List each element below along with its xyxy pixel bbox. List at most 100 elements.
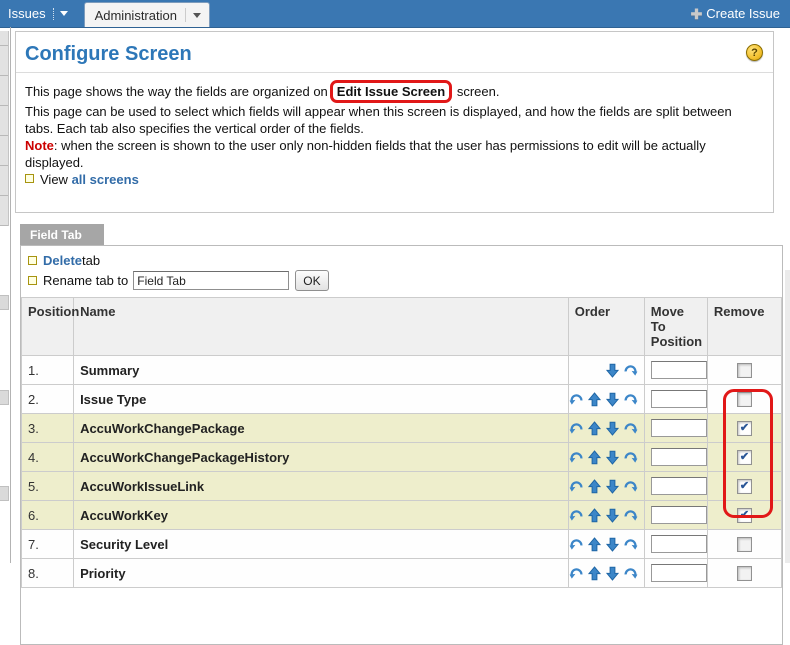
move-up-icon[interactable]	[587, 566, 602, 581]
field-tab-box: Delete tab Rename tab to OK Position Nam…	[20, 245, 783, 645]
left-sidebar-sliver-item	[0, 486, 9, 501]
chevron-down-icon[interactable]	[193, 13, 201, 18]
remove-checkbox[interactable]	[737, 566, 752, 581]
move-to-position-input[interactable]	[651, 419, 707, 437]
square-bullet-icon	[25, 174, 34, 183]
rename-tab-label: Rename tab to	[43, 271, 128, 290]
move-to-position-input[interactable]	[651, 361, 707, 379]
move-last-icon[interactable]	[623, 392, 638, 407]
move-to-cell	[644, 530, 707, 559]
left-sidebar-sliver-item	[0, 390, 9, 405]
note-text: : when the screen is shown to the user o…	[25, 138, 706, 170]
move-last-icon[interactable]	[623, 421, 638, 436]
all-screens-link[interactable]: all screens	[72, 172, 139, 187]
move-first-icon[interactable]	[569, 421, 584, 436]
remove-cell	[707, 356, 781, 385]
view-all-screens-line: View all screens	[25, 171, 761, 188]
chevron-down-icon[interactable]	[60, 11, 68, 16]
position-cell: 5.	[22, 472, 74, 501]
move-to-cell	[644, 501, 707, 530]
administration-tab[interactable]: Administration	[84, 2, 210, 27]
help-icon[interactable]: ?	[746, 44, 763, 61]
top-nav-bar: Issues Administration ✚ Create Issue	[0, 0, 790, 28]
move-down-icon[interactable]	[605, 363, 620, 378]
table-row: 3. AccuWorkChangePackage	[22, 414, 782, 443]
move-first-icon[interactable]	[569, 392, 584, 407]
col-position: Position	[22, 298, 74, 356]
intro-paragraph: This page shows the way the fields are o…	[25, 80, 761, 103]
move-down-icon[interactable]	[605, 421, 620, 436]
create-issue-button[interactable]: ✚ Create Issue	[691, 0, 790, 27]
field-name-cell: Issue Type	[74, 385, 569, 414]
fields-table: Position Name Order Move To Position Rem…	[21, 297, 782, 588]
move-to-position-input[interactable]	[651, 564, 707, 582]
move-up-icon[interactable]	[587, 479, 602, 494]
remove-checkbox[interactable]	[737, 392, 752, 407]
move-up-icon[interactable]	[587, 421, 602, 436]
position-cell: 7.	[22, 530, 74, 559]
remove-checkbox[interactable]	[737, 508, 752, 523]
move-first-icon[interactable]	[569, 537, 584, 552]
square-bullet-icon	[28, 256, 37, 265]
description-paragraph: This page can be used to select which fi…	[25, 103, 761, 137]
issues-menu[interactable]: Issues	[0, 0, 74, 27]
remove-checkbox[interactable]	[737, 421, 752, 436]
view-label: View	[40, 172, 68, 187]
move-down-icon[interactable]	[605, 566, 620, 581]
remove-cell	[707, 501, 781, 530]
move-up-icon[interactable]	[587, 537, 602, 552]
move-to-position-input[interactable]	[651, 477, 707, 495]
move-down-icon[interactable]	[605, 450, 620, 465]
order-cell	[568, 472, 644, 501]
tab-controls: Delete tab Rename tab to OK	[21, 246, 782, 295]
table-row: 5. AccuWorkIssueLink	[22, 472, 782, 501]
position-cell: 2.	[22, 385, 74, 414]
field-name-cell: AccuWorkIssueLink	[74, 472, 569, 501]
move-last-icon[interactable]	[623, 508, 638, 523]
configure-screen-panel: Configure Screen ? This page shows the w…	[15, 31, 774, 213]
move-up-icon[interactable]	[587, 392, 602, 407]
order-cell	[568, 501, 644, 530]
remove-checkbox[interactable]	[737, 450, 752, 465]
move-to-position-input[interactable]	[651, 448, 707, 466]
move-down-icon[interactable]	[605, 508, 620, 523]
remove-checkbox[interactable]	[737, 363, 752, 378]
rename-tab-input[interactable]	[133, 271, 289, 290]
remove-checkbox[interactable]	[737, 479, 752, 494]
table-row: 6. AccuWorkKey	[22, 501, 782, 530]
move-up-icon[interactable]	[587, 508, 602, 523]
move-first-icon[interactable]	[569, 508, 584, 523]
position-cell: 1.	[22, 356, 74, 385]
move-to-position-input[interactable]	[651, 390, 707, 408]
move-first-icon[interactable]	[569, 566, 584, 581]
move-to-position-input[interactable]	[651, 535, 707, 553]
remove-cell	[707, 443, 781, 472]
move-last-icon[interactable]	[623, 450, 638, 465]
move-first-icon[interactable]	[569, 450, 584, 465]
field-tab[interactable]: Field Tab	[20, 224, 104, 245]
move-down-icon[interactable]	[605, 479, 620, 494]
remove-checkbox[interactable]	[737, 537, 752, 552]
move-last-icon[interactable]	[623, 479, 638, 494]
table-body: 1. Summary 2. Issue Type 3. AccuWorkChan…	[22, 356, 782, 588]
delete-tab-link[interactable]: Delete	[43, 251, 82, 270]
plus-icon: ✚	[691, 7, 703, 21]
move-up-icon[interactable]	[587, 450, 602, 465]
panel-header: Configure Screen ?	[16, 32, 773, 73]
move-down-icon[interactable]	[605, 537, 620, 552]
move-first-icon[interactable]	[569, 479, 584, 494]
col-remove: Remove	[707, 298, 781, 356]
move-last-icon[interactable]	[623, 537, 638, 552]
remove-cell	[707, 414, 781, 443]
col-move-to-position: Move To Position	[644, 298, 707, 356]
issues-menu-label: Issues	[8, 6, 46, 21]
note-label: Note	[25, 138, 54, 153]
move-down-icon[interactable]	[605, 392, 620, 407]
position-cell: 4.	[22, 443, 74, 472]
annotation-edit-issue-screen: Edit Issue Screen	[330, 80, 452, 103]
move-last-icon[interactable]	[623, 566, 638, 581]
ok-button[interactable]: OK	[295, 270, 328, 291]
move-to-position-input[interactable]	[651, 506, 707, 524]
move-last-icon[interactable]	[623, 363, 638, 378]
intro-suffix: screen.	[457, 84, 500, 99]
